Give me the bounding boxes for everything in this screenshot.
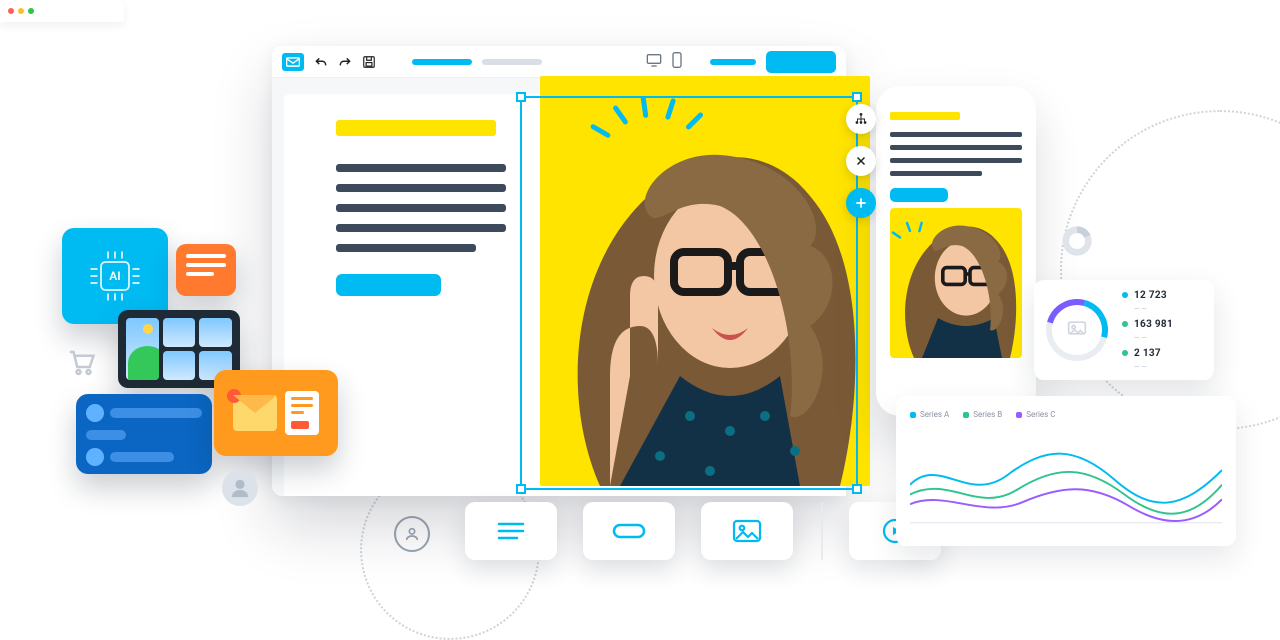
resize-handle-icon[interactable]	[852, 92, 862, 102]
toolbar-pill[interactable]	[710, 59, 756, 65]
stat-sublabel: — —	[1134, 334, 1173, 342]
text-tile[interactable]	[176, 244, 236, 296]
resize-handle-icon[interactable]	[516, 484, 526, 494]
ai-label: AI	[109, 269, 120, 283]
mobile-text-line	[890, 171, 982, 176]
mobile-text-line	[890, 132, 1022, 137]
wave-chart-card: Series A Series B Series C	[896, 396, 1236, 546]
button-element-button[interactable]	[583, 502, 675, 560]
chat-bubble-icon	[86, 430, 126, 440]
legend-item: Series B	[963, 410, 1002, 419]
paragraph-line	[336, 164, 506, 172]
document-tile[interactable]	[214, 370, 338, 456]
mobile-heading-placeholder	[890, 112, 960, 120]
mobile-preview	[876, 86, 1036, 416]
paragraph-line	[336, 204, 506, 212]
undo-icon[interactable]	[314, 55, 328, 69]
gallery-thumb-icon	[199, 318, 232, 347]
image-element-button[interactable]	[701, 502, 793, 560]
editor-tab[interactable]	[482, 59, 542, 65]
primary-action-button[interactable]	[766, 51, 836, 73]
wave-chart-icon	[910, 425, 1222, 525]
window-dot-icon	[18, 8, 24, 14]
stats-card: 12 723 — — 163 981 — — 2 137 — —	[1034, 280, 1214, 380]
editor-tab-active[interactable]	[412, 59, 472, 65]
redo-icon[interactable]	[338, 55, 352, 69]
desktop-preview-icon[interactable]	[646, 52, 662, 71]
toolbar-separator	[819, 502, 823, 560]
mobile-hero-image	[890, 208, 1022, 358]
chat-tile[interactable]	[76, 394, 212, 474]
stat-row: 12 723	[1122, 290, 1173, 301]
resize-handle-icon[interactable]	[852, 484, 862, 494]
save-icon[interactable]	[362, 55, 376, 69]
app-logo-icon[interactable]	[282, 53, 304, 71]
add-button[interactable]	[846, 188, 876, 218]
gallery-thumb-icon	[163, 318, 196, 347]
avatar-icon	[222, 470, 258, 506]
chat-bubble-icon	[110, 452, 174, 462]
text-element-button[interactable]	[465, 502, 557, 560]
paragraph-line	[336, 224, 506, 232]
browser-chrome-tile	[0, 0, 124, 22]
paragraph-line	[336, 244, 476, 252]
person-ring-icon	[394, 516, 430, 552]
mobile-cta-placeholder	[890, 188, 948, 202]
element-toolbar	[465, 502, 941, 560]
stat-row: 2 137	[1122, 348, 1173, 359]
window-dot-icon	[28, 8, 34, 14]
stat-sublabel: — —	[1134, 363, 1173, 371]
chat-avatar-icon	[86, 404, 104, 422]
stat-sublabel: — —	[1134, 305, 1173, 313]
donut-chart-icon	[1060, 224, 1094, 258]
close-button[interactable]	[846, 146, 876, 176]
stat-list: 12 723 — — 163 981 — — 2 137 — —	[1122, 290, 1173, 371]
notification-dot-icon	[227, 389, 241, 403]
legend-item: Series C	[1016, 410, 1055, 419]
cta-button-placeholder[interactable]	[336, 274, 441, 296]
window-dot-icon	[8, 8, 14, 14]
chat-avatar-icon	[86, 448, 104, 466]
chart-legend: Series A Series B Series C	[910, 410, 1222, 419]
gallery-thumb-icon	[163, 351, 196, 380]
mobile-preview-icon[interactable]	[672, 52, 682, 72]
legend-item: Series A	[910, 410, 949, 419]
chat-bubble-icon	[110, 408, 202, 418]
mobile-text-line	[890, 145, 1022, 150]
paragraph-line	[336, 184, 506, 192]
mobile-text-line	[890, 158, 1022, 163]
document-page-icon	[285, 391, 319, 435]
floating-actions	[846, 104, 876, 218]
stat-row: 163 981	[1122, 319, 1173, 330]
editor-toolbar	[272, 46, 846, 78]
decorative-arc	[1060, 110, 1280, 430]
structure-button[interactable]	[846, 104, 876, 134]
progress-ring-icon	[1035, 288, 1120, 373]
gallery-thumb-icon	[126, 318, 159, 380]
cart-icon	[66, 348, 96, 380]
heading-placeholder[interactable]	[336, 120, 496, 136]
envelope-icon	[233, 395, 277, 431]
resize-handle-icon[interactable]	[516, 92, 526, 102]
selection-frame[interactable]	[520, 96, 858, 490]
